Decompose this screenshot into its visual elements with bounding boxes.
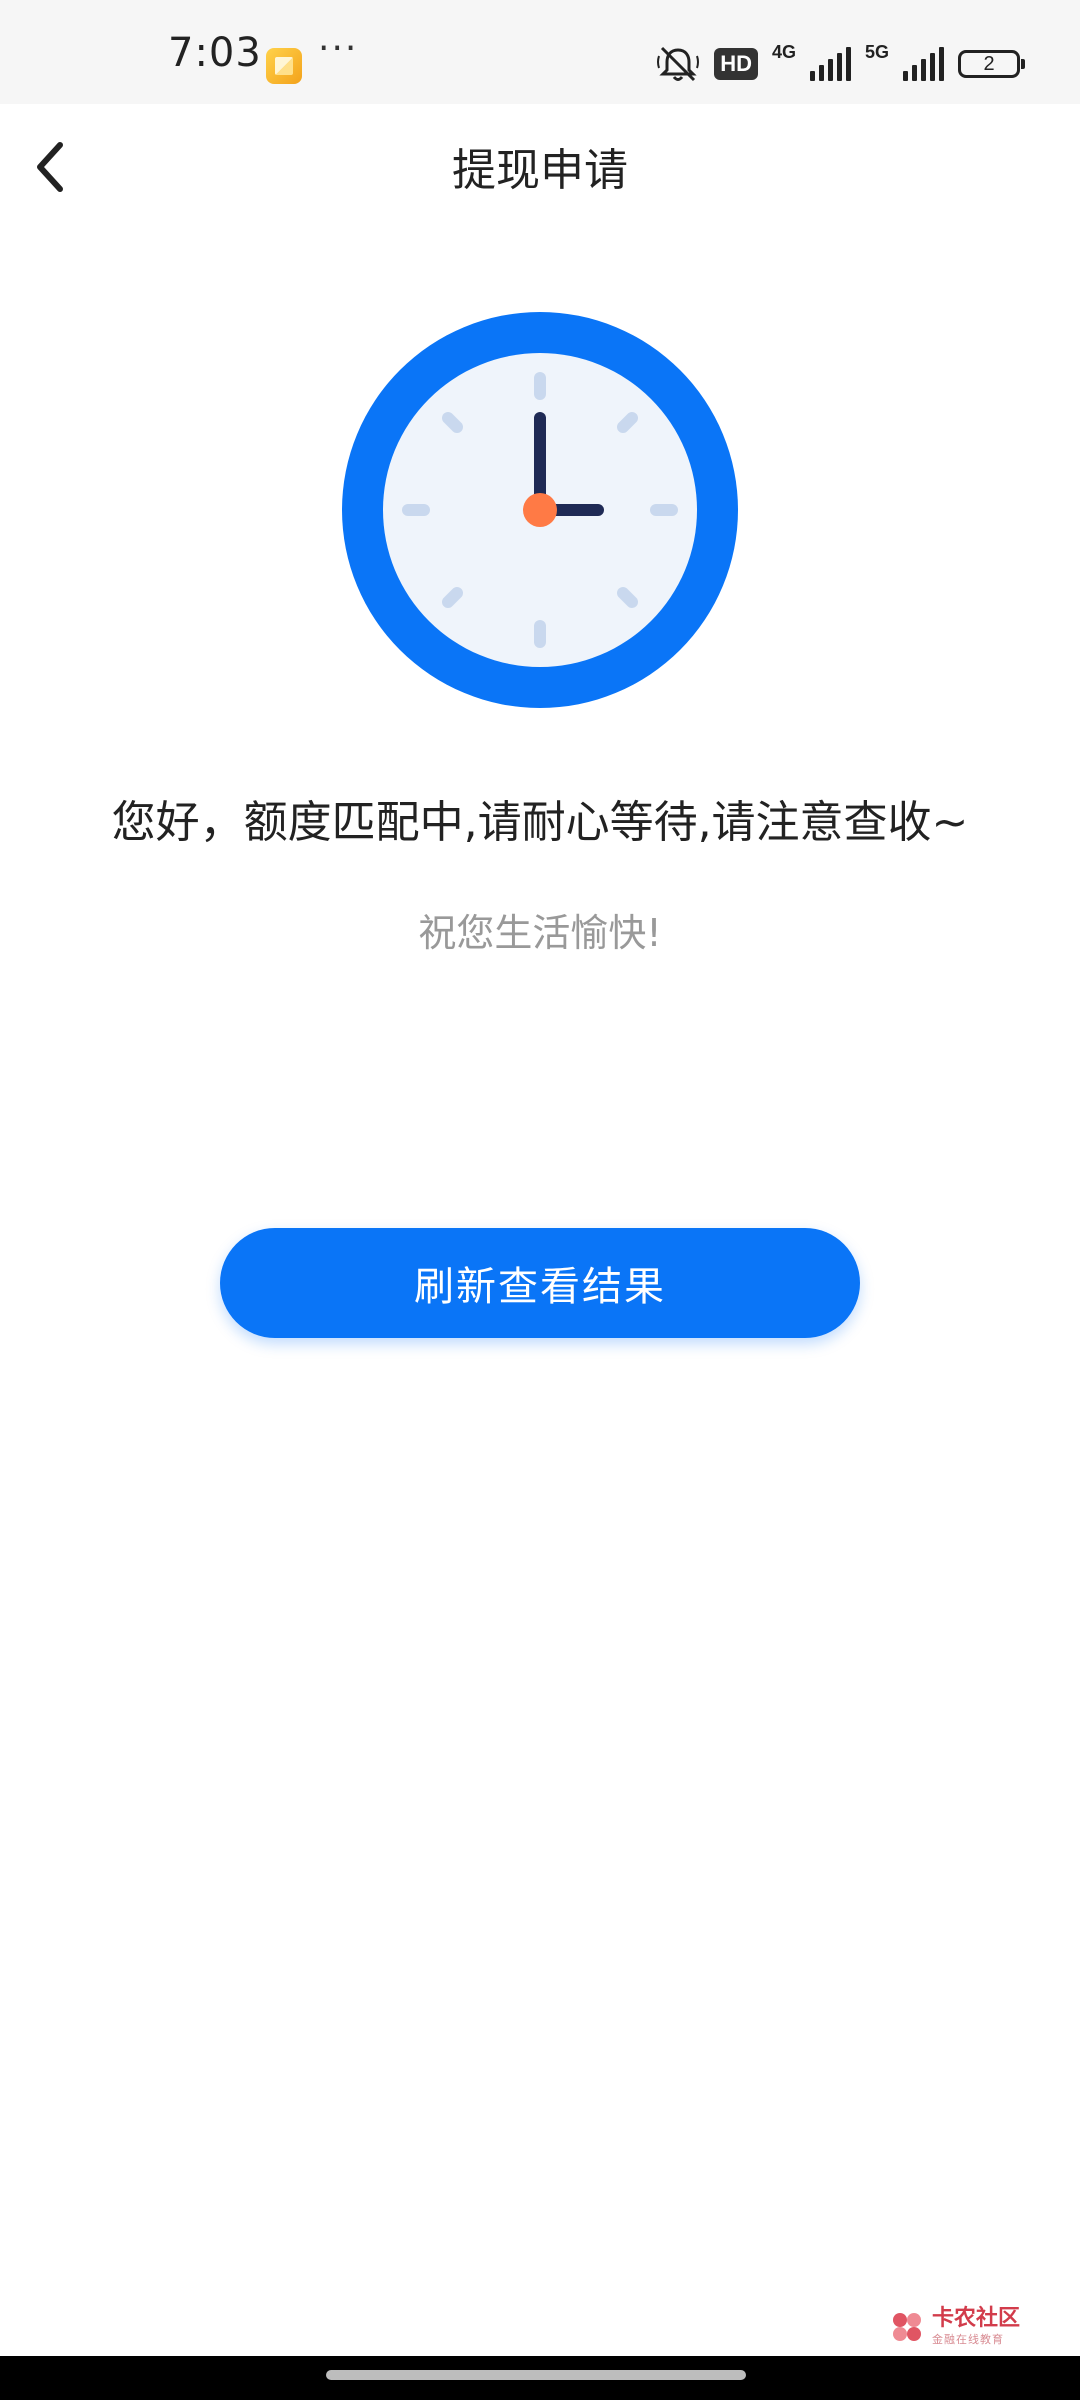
app-header: 提现申请	[0, 104, 1080, 228]
status-time: 7:03	[168, 30, 262, 76]
signal-strength-icon-2	[903, 47, 944, 81]
clock-icon	[340, 310, 740, 710]
home-indicator[interactable]	[326, 2370, 746, 2380]
watermark-text: 卡农社区 金融在线教育	[931, 2306, 1020, 2346]
navigation-bar	[0, 2356, 1080, 2400]
notification-app-icon	[266, 48, 302, 84]
bell-mute-icon	[656, 44, 700, 84]
more-notifications-icon: ···	[318, 28, 359, 69]
screen: 7:03 ··· HD 4G 5G 2 提现申请 您好，额度匹配中,请耐心等待,…	[0, 0, 1080, 2400]
watermark-name: 卡农社区	[931, 2306, 1020, 2331]
watermark-logo-icon	[890, 2310, 924, 2344]
hd-badge: HD	[714, 48, 758, 80]
status-indicators: HD 4G 5G 2	[656, 40, 1025, 88]
watermark: 卡农社区 金融在线教育	[890, 2308, 1020, 2345]
network-5g-label: 5G	[864, 41, 889, 62]
battery-icon: 2	[958, 50, 1025, 78]
status-message: 您好，额度匹配中,请耐心等待,请注意查收~	[111, 797, 969, 848]
network-4g-label: 4G	[771, 41, 796, 62]
status-bar: 7:03 ··· HD 4G 5G 2	[0, 0, 1080, 104]
page-title: 提现申请	[452, 145, 628, 196]
watermark-slogan: 金融在线教育	[931, 2333, 1004, 2346]
greeting-message: 祝您生活愉快!	[418, 911, 662, 955]
refresh-result-button[interactable]: 刷新查看结果	[220, 1228, 860, 1338]
signal-strength-icon	[809, 47, 851, 81]
